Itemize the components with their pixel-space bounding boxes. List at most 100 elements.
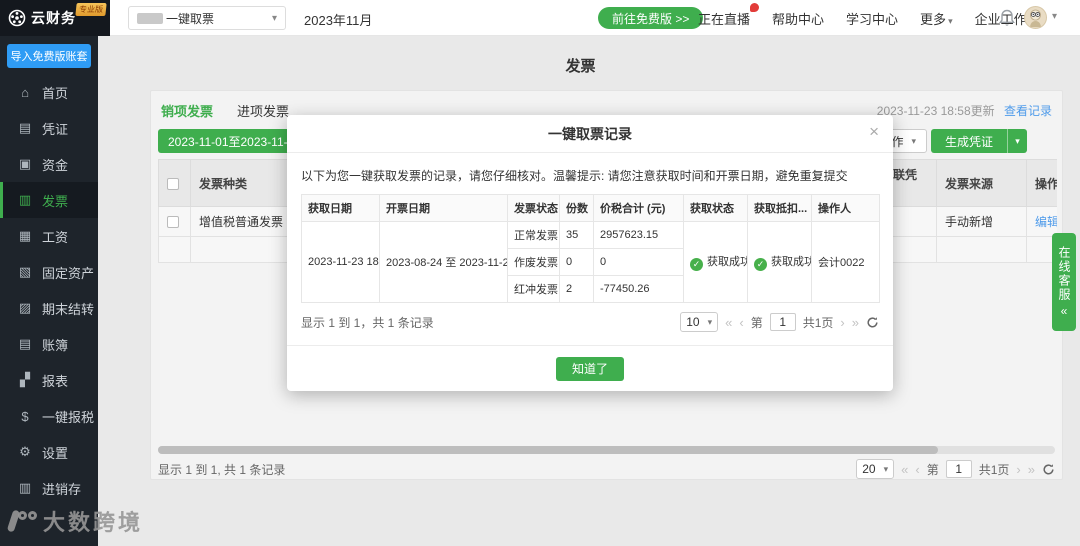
- generate-voucher-dropdown[interactable]: ▾: [1007, 129, 1027, 153]
- account-selector[interactable]: 一键取票 ▾: [128, 6, 286, 30]
- deduct-status-cell: ✓ 获取成功: [747, 221, 812, 303]
- count-cell: 2: [559, 275, 594, 303]
- chevron-down-icon[interactable]: ▾: [1052, 11, 1057, 22]
- page-number-input[interactable]: [945, 460, 972, 478]
- amount-cell: 0: [593, 248, 684, 276]
- user-avatar[interactable]: [1024, 6, 1047, 29]
- sidebar-item-reports[interactable]: ▞ 报表: [0, 362, 98, 398]
- app-logo: 云财务 专业版: [0, 0, 110, 36]
- page-pagination: 显示 1 到 1, 共 1 条记录 20 ▾ « ‹ 第 共1页 › »: [158, 457, 1055, 481]
- modal-title: 一键取票记录: [548, 125, 632, 142]
- updated-text: 2023-11-23 18:58更新: [876, 103, 995, 118]
- page-prefix-label: 第: [750, 315, 763, 330]
- prev-page-button[interactable]: ‹: [739, 316, 743, 329]
- record-header-row: 获取日期 开票日期 发票状态 份数 价税合计 (元) 获取状态 获取抵扣... …: [301, 194, 880, 222]
- modal-header: 一键取票记录 ×: [287, 115, 893, 153]
- sidebar-item-payroll[interactable]: ▦ 工资: [0, 218, 98, 254]
- fetch-record-modal: 一键取票记录 × 以下为您一键获取发票的记录，请您仔细核对。温馨提示: 请您注意…: [287, 115, 893, 391]
- edition-badge: 专业版: [75, 3, 107, 16]
- live-link[interactable]: 正在直播: [698, 2, 760, 28]
- collapse-icon: «: [1060, 304, 1068, 318]
- inventory-icon: ▥: [18, 480, 32, 495]
- gear-icon: ⚙: [19, 444, 31, 459]
- invoice-source-cell: 手动新增: [936, 206, 1027, 237]
- sidebar-item-tax-filing[interactable]: $ 一键报税: [0, 398, 98, 434]
- notification-bell-icon[interactable]: [998, 8, 1016, 33]
- page-prefix-label: 第: [926, 462, 939, 477]
- sidebar-item-invoice[interactable]: ▥ 发票: [0, 182, 98, 218]
- voucher-icon: ▤: [18, 120, 32, 135]
- sidebar-item-fixed-assets[interactable]: ▧ 固定资产: [0, 254, 98, 290]
- modal-footer: 知道了: [287, 345, 893, 391]
- operator-cell: 会计0022: [811, 221, 880, 303]
- success-check-icon: ✓: [690, 258, 703, 271]
- last-page-button[interactable]: »: [1028, 463, 1035, 476]
- status-cell: 红冲发票: [507, 275, 560, 303]
- next-page-button[interactable]: ›: [1016, 463, 1020, 476]
- sidebar-item-funds[interactable]: ▣ 资金: [0, 146, 98, 182]
- logo-text: 云财务: [31, 10, 76, 26]
- refresh-icon[interactable]: [866, 316, 879, 329]
- generate-voucher-button[interactable]: 生成凭证: [930, 129, 1007, 153]
- got-it-button[interactable]: 知道了: [555, 356, 624, 381]
- sidebar-item-settings[interactable]: ⚙ 设置: [0, 434, 98, 470]
- tax-filing-icon: $: [21, 408, 29, 424]
- sidebar-item-period-end[interactable]: ▨ 期末结转: [0, 290, 98, 326]
- select-all-checkbox[interactable]: [167, 177, 179, 190]
- modal-page-number-input[interactable]: [769, 313, 796, 331]
- next-page-button[interactable]: ›: [840, 316, 844, 329]
- sidebar-item-voucher[interactable]: ▤ 凭证: [0, 110, 98, 146]
- col-fetch-date: 获取日期: [301, 194, 380, 222]
- reports-icon: ▞: [20, 372, 30, 387]
- page-title: 发票: [565, 58, 596, 75]
- page-size-select[interactable]: 20 ▾: [856, 459, 895, 479]
- top-nav-links: 正在直播 帮助中心 学习中心 更多 ▾ 企业工作台: [698, 0, 1040, 36]
- ledger-icon: ▤: [18, 336, 32, 351]
- col-invoice-status: 发票状态: [507, 194, 560, 222]
- col-fetch-status: 获取状态: [683, 194, 748, 222]
- fixed-assets-icon: ▧: [18, 264, 32, 279]
- sidebar-item-ledger[interactable]: ▤ 账簿: [0, 326, 98, 362]
- modal-page-size-select[interactable]: 10 ▾: [680, 312, 719, 332]
- count-cell: 35: [559, 221, 594, 249]
- sidebar: 导入免费版账套 ⌂ 首页 ▤ 凭证 ▣ 资金 ▥ 发票 ▦ 工资 ▧ 固定资产 ▨ 期末结转 …: [0, 36, 98, 546]
- count-cell: 0: [559, 248, 594, 276]
- refresh-icon[interactable]: [1042, 463, 1055, 476]
- success-check-icon: ✓: [754, 258, 767, 271]
- help-center-link[interactable]: 帮助中心: [772, 9, 824, 28]
- sidebar-item-home[interactable]: ⌂ 首页: [0, 74, 98, 110]
- online-service-tab[interactable]: 在线客服 «: [1052, 233, 1076, 331]
- sidebar-item-inventory[interactable]: ▥ 进销存: [0, 470, 98, 506]
- learn-center-link[interactable]: 学习中心: [846, 9, 898, 28]
- modal-pagination: 显示 1 到 1，共 1 条记录 10 ▾ « ‹ 第 共1页 › »: [301, 312, 879, 332]
- col-action: 操作: [1026, 159, 1057, 207]
- view-record-link[interactable]: 查看记录: [1004, 104, 1052, 118]
- logo-reel-icon: [8, 9, 26, 27]
- amount-cell: 2957623.15: [593, 221, 684, 249]
- amount-cell: -77450.26: [593, 275, 684, 303]
- tab-output-invoice[interactable]: 销项发票: [161, 101, 213, 120]
- chevron-down-icon: ▾: [271, 12, 277, 24]
- goto-free-version-button[interactable]: 前往免费版 >>: [598, 7, 704, 29]
- period-selector[interactable]: 2023年11月: [304, 10, 372, 29]
- import-free-version-button[interactable]: 导入免费版账套: [7, 44, 91, 68]
- tab-input-invoice[interactable]: 进项发票: [237, 101, 289, 120]
- prev-page-button[interactable]: ‹: [915, 463, 919, 476]
- first-page-button[interactable]: «: [901, 463, 908, 476]
- scrollbar-thumb[interactable]: [158, 446, 939, 454]
- invoice-date-cell: 2023-08-24 至 2023-11-23: [379, 221, 508, 303]
- horizontal-scrollbar[interactable]: [158, 446, 1055, 454]
- edit-link[interactable]: 编辑: [1035, 215, 1057, 229]
- chevron-down-icon: ▾: [883, 463, 889, 474]
- pagination-summary: 显示 1 到 1, 共 1 条记录: [158, 462, 286, 477]
- close-icon[interactable]: ×: [869, 123, 879, 140]
- fetch-record-table: 获取日期 开票日期 发票状态 份数 价税合计 (元) 获取状态 获取抵扣... …: [301, 194, 880, 303]
- record-subrow-normal: 2023-11-23 18:58 2023-08-24 至 2023-11-23…: [301, 221, 880, 303]
- first-page-button[interactable]: «: [725, 316, 732, 329]
- last-page-button[interactable]: »: [852, 316, 859, 329]
- row-checkbox[interactable]: [167, 216, 179, 229]
- col-invoice-date: 开票日期: [379, 194, 508, 222]
- more-menu[interactable]: 更多 ▾: [920, 9, 953, 28]
- chevron-down-icon: ▾: [707, 316, 713, 327]
- period-end-icon: ▨: [18, 300, 32, 315]
